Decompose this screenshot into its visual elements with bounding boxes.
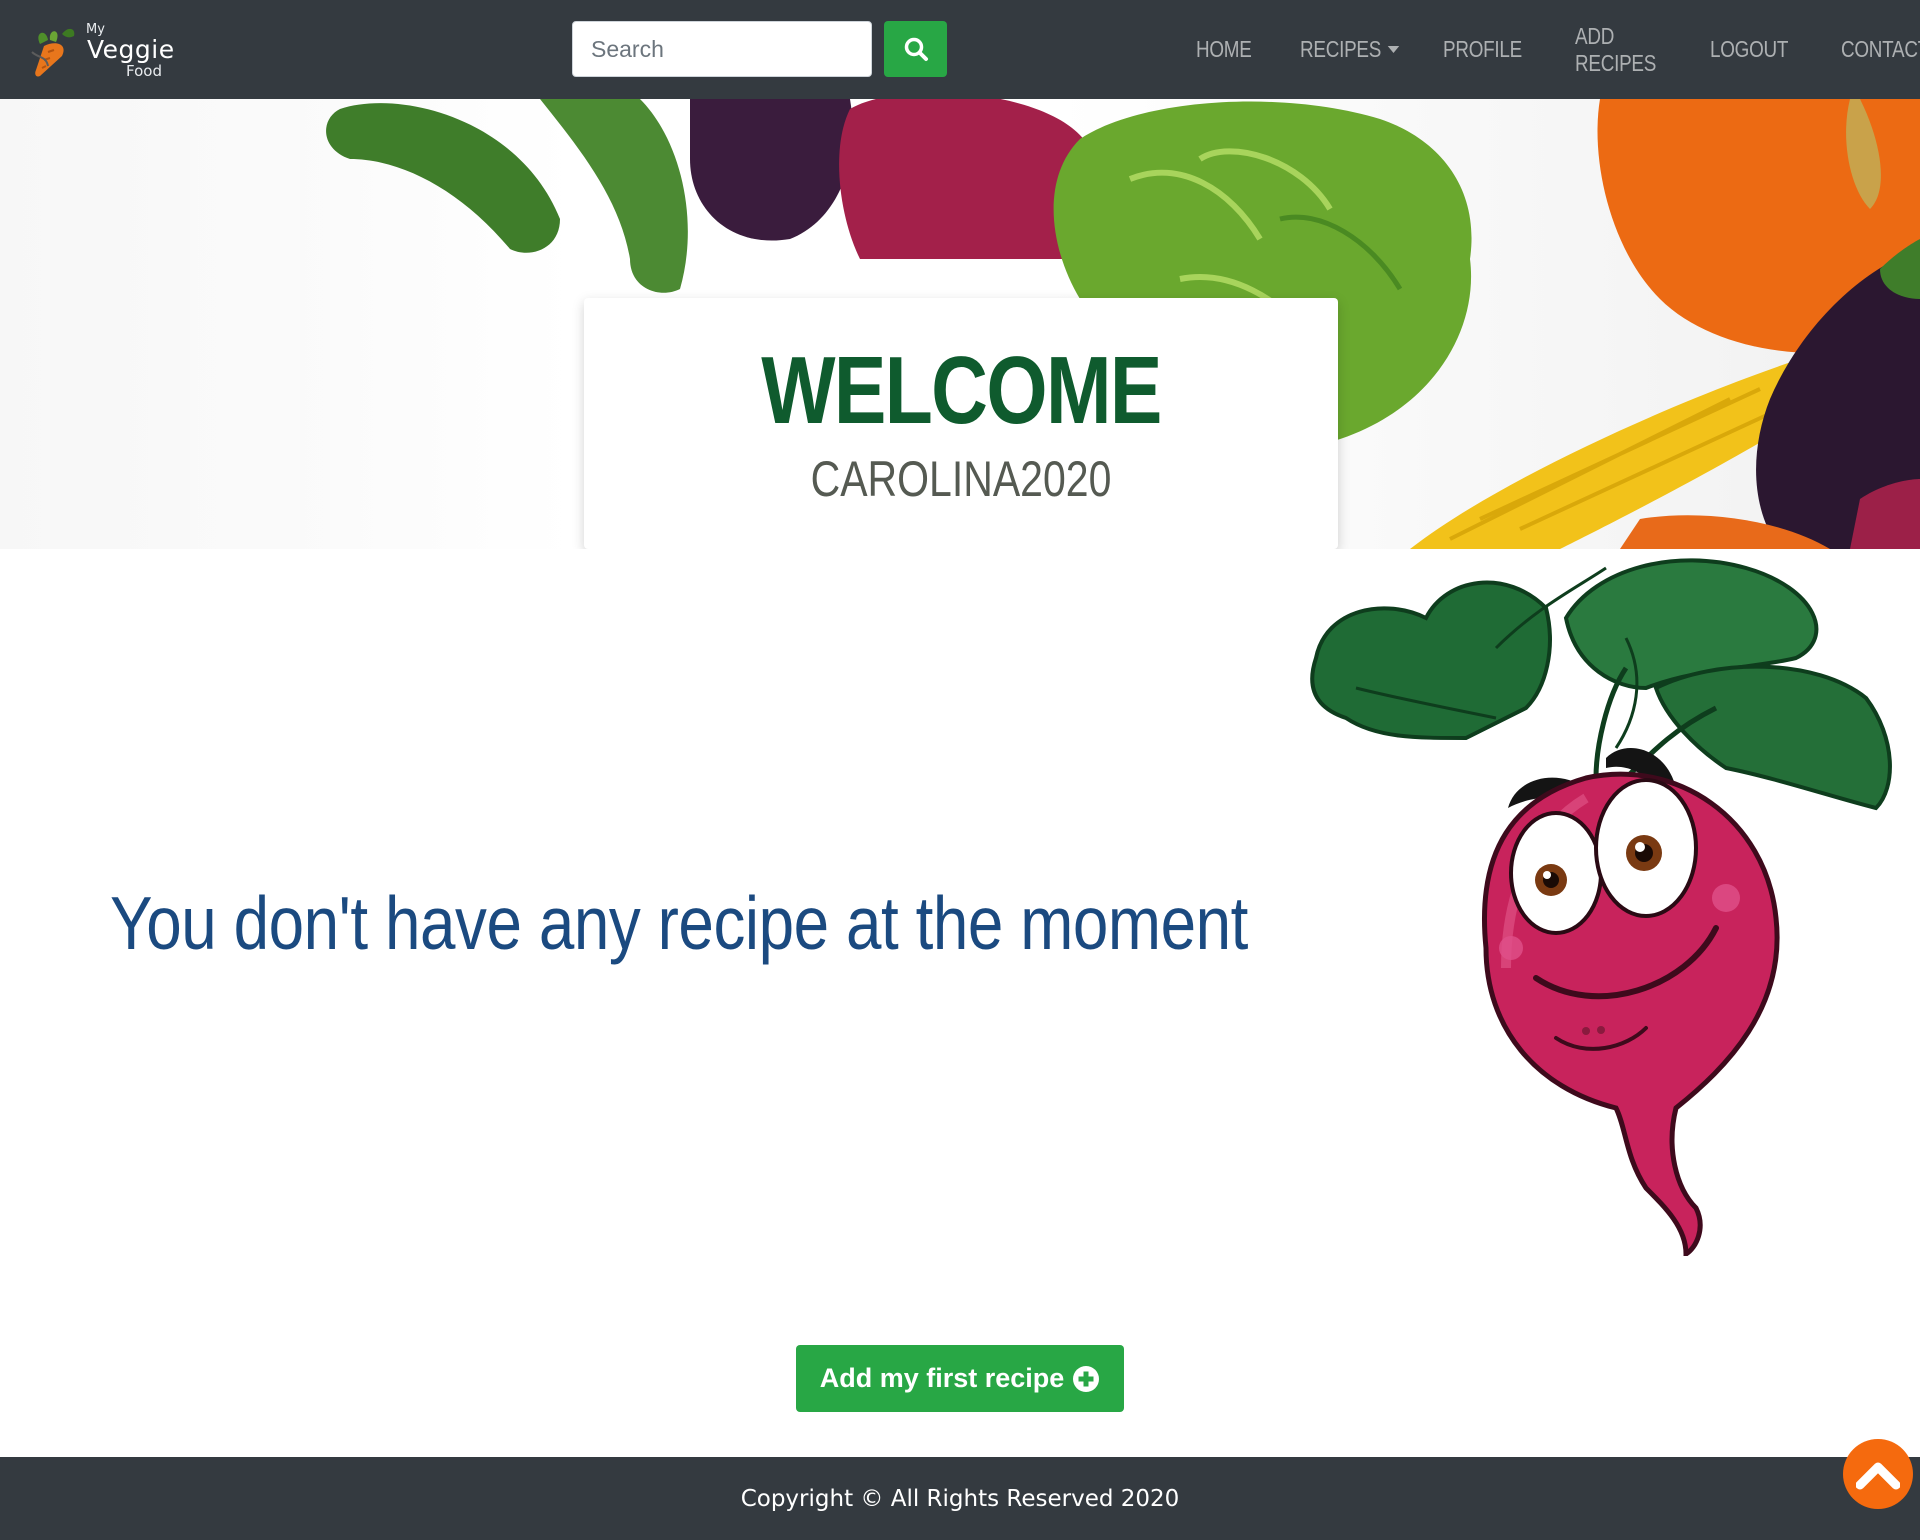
nav-recipes-dropdown[interactable]: RECIPES [1300, 36, 1399, 63]
nav-logout[interactable]: LOGOUT [1710, 36, 1788, 63]
search-button[interactable] [884, 21, 947, 77]
brand-text-food: Food [126, 62, 162, 80]
nav-links: HOME RECIPES PROFILE ADD RECIPES LOGOUT … [1196, 0, 1920, 99]
hero-banner: WELCOME CAROLINA2020 [0, 99, 1920, 549]
carrot-logo-icon [31, 28, 75, 77]
add-first-recipe-button[interactable]: Add my first recipe [796, 1345, 1124, 1412]
welcome-username: CAROLINA2020 [810, 451, 1112, 507]
scroll-to-top-button[interactable] [1843, 1439, 1913, 1509]
nav-home[interactable]: HOME [1196, 36, 1252, 63]
navbar: My Veggie Food HOME RECIPES PROFILE ADD … [0, 0, 1920, 99]
add-first-recipe-label: Add my first recipe [819, 1363, 1065, 1393]
footer: Copyright © All Rights Reserved 2020 [0, 1457, 1920, 1540]
nav-contact[interactable]: CONTACT [1841, 36, 1920, 63]
welcome-card: WELCOME CAROLINA2020 [584, 298, 1338, 549]
copyright-text: Copyright © All Rights Reserved 2020 [740, 1485, 1180, 1512]
nav-recipes-label: RECIPES [1299, 36, 1381, 62]
beet-mascot-image [1310, 558, 1892, 1256]
nav-add-recipes[interactable]: ADD RECIPES [1575, 23, 1656, 77]
brand-text-veggie: Veggie [87, 35, 175, 64]
empty-recipes-message: You don't have any recipe at the moment [110, 881, 1248, 965]
plus-circle-icon [1073, 1365, 1100, 1392]
search-input[interactable] [572, 21, 872, 77]
search-icon [904, 37, 928, 61]
nav-profile[interactable]: PROFILE [1443, 36, 1522, 63]
chevron-up-icon [1856, 1462, 1900, 1490]
brand-logo[interactable]: My Veggie Food [26, 18, 176, 82]
welcome-title: WELCOME [761, 337, 1162, 444]
